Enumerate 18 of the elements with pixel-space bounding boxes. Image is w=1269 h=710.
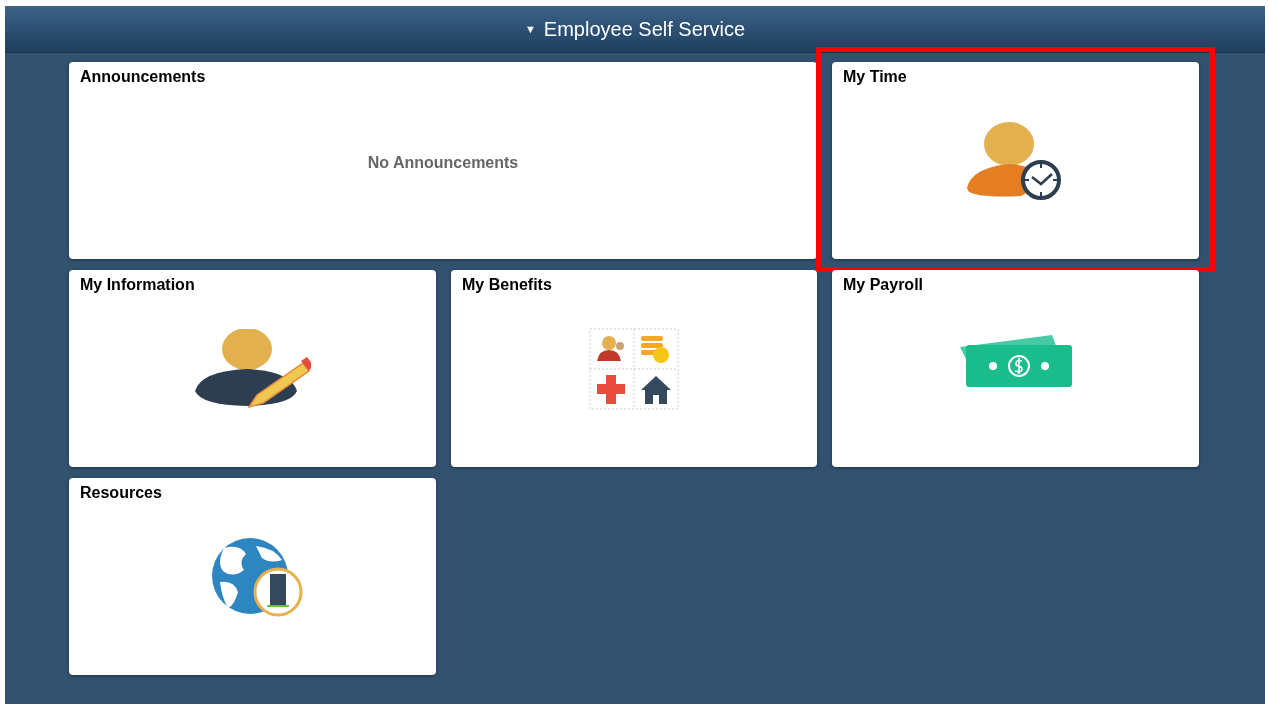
benefits-grid-icon [589, 327, 679, 410]
tile-title: My Time [842, 67, 908, 86]
tile[interactable]: Resources [69, 478, 436, 675]
tile-title: My Benefits [461, 275, 553, 294]
tile[interactable]: My Benefits [451, 270, 817, 467]
money-icon [957, 332, 1074, 389]
tile-title: Announcements [79, 67, 207, 86]
tile-title: Resources [79, 483, 163, 502]
empty-message: No Announcements [367, 153, 519, 172]
caret-icon[interactable]: ▼ [524, 23, 536, 35]
tile[interactable]: My Information [69, 270, 436, 467]
tile-title: My Information [79, 275, 196, 294]
page-title: Employee Self Service [543, 17, 746, 41]
tile-title: My Payroll [842, 275, 925, 294]
tile[interactable]: My Time [832, 62, 1199, 259]
tile[interactable]: My Payroll [832, 270, 1199, 467]
person-pencil-icon [194, 328, 311, 409]
tile[interactable]: Announcements No Announcements [69, 62, 817, 259]
